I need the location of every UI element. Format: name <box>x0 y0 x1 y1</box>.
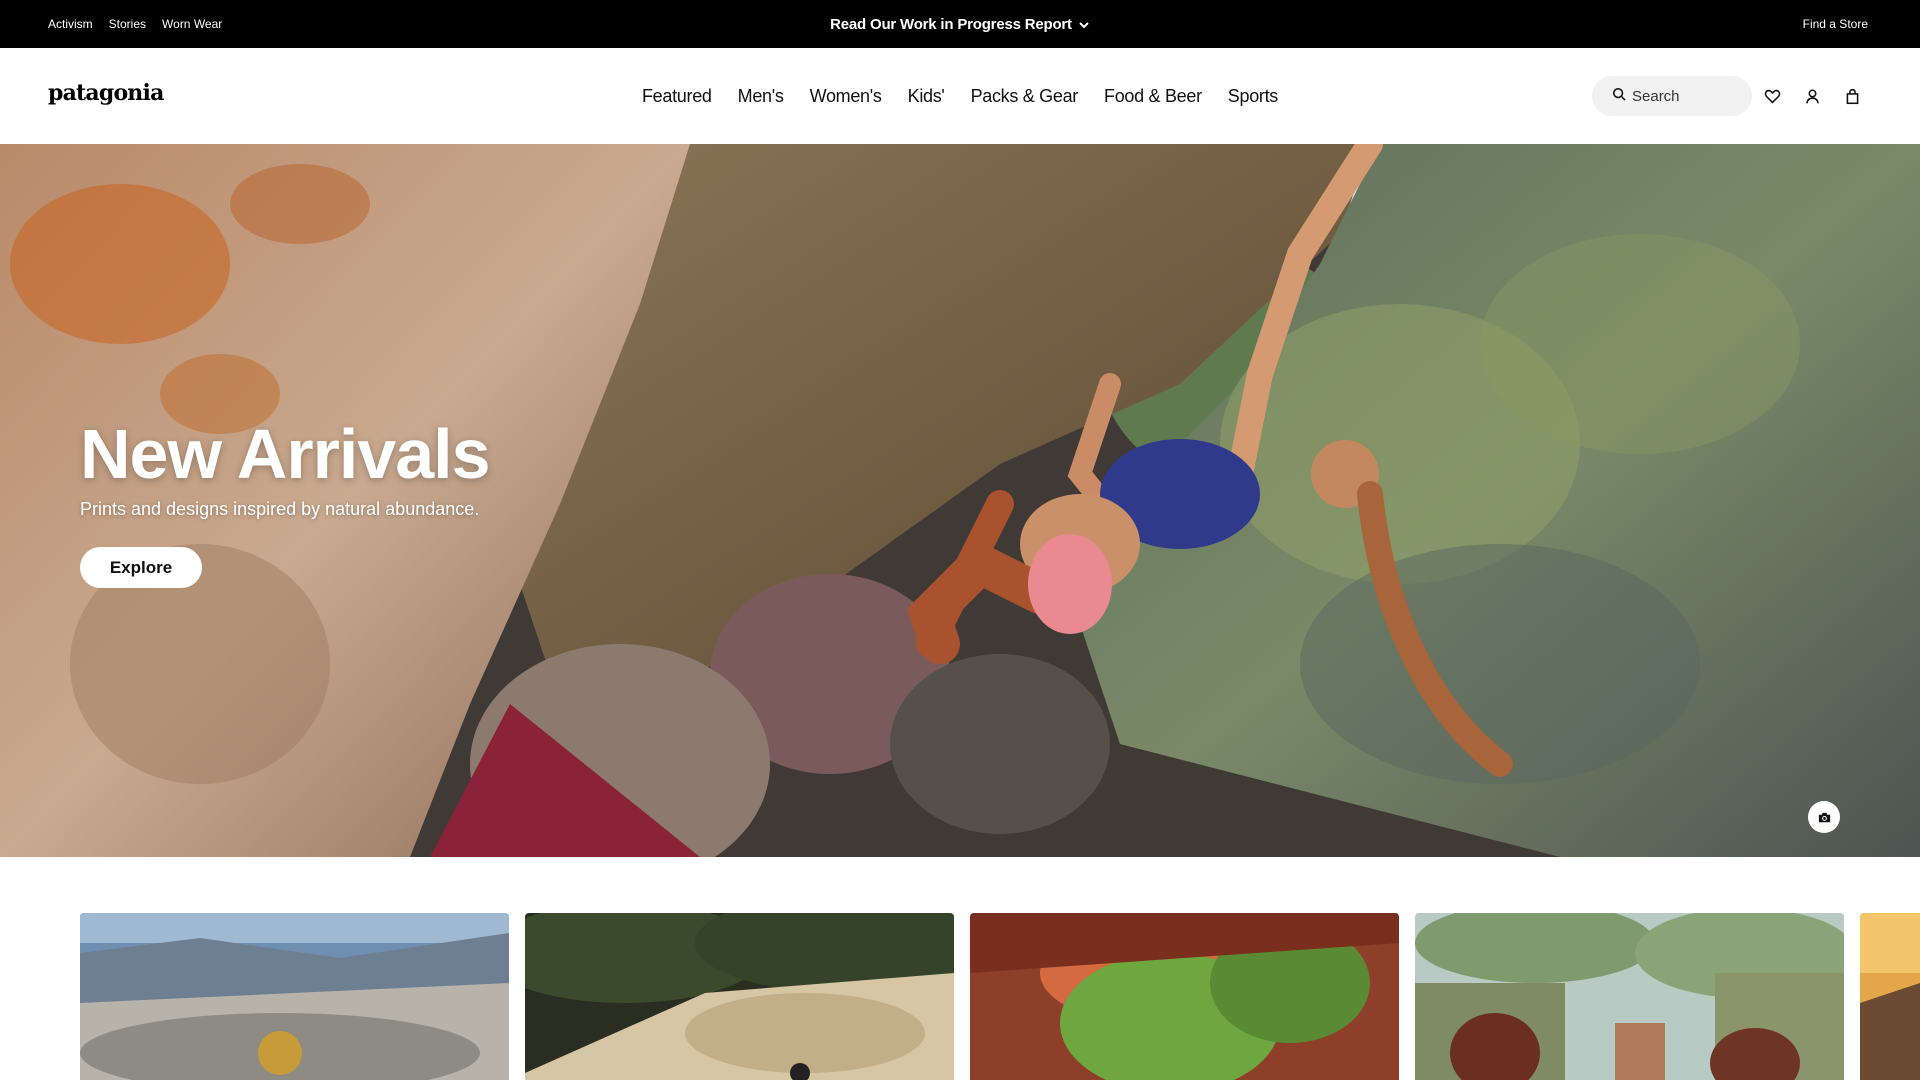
hero-subtitle: Prints and designs inspired by natural a… <box>80 499 480 519</box>
promo-link[interactable]: Read Our Work in Progress Report <box>830 16 1072 33</box>
promo-banner: Read Our Work in Progress Report <box>0 0 1920 48</box>
find-store-link[interactable]: Find a Store <box>1803 0 1868 48</box>
chevron-down-icon[interactable] <box>1078 18 1090 30</box>
search-icon <box>1612 87 1626 106</box>
utility-link-stories[interactable]: Stories <box>109 17 146 31</box>
nav-item-sports[interactable]: Sports <box>1228 86 1279 107</box>
story-card-sunset-coast[interactable] <box>1860 913 1920 1080</box>
search-input[interactable] <box>1632 87 1742 105</box>
nav-item-food-beer[interactable]: Food & Beer <box>1104 86 1202 107</box>
story-card-garden-fence[interactable] <box>1415 913 1844 1080</box>
utility-bar: Activism Stories Worn Wear Read Our Work… <box>0 0 1920 48</box>
story-card-mountain-overlook[interactable] <box>80 913 509 1080</box>
patagonia-logo[interactable]: patagonia <box>48 80 164 106</box>
utility-link-activism[interactable]: Activism <box>48 17 93 31</box>
story-card-granite-slab[interactable] <box>525 913 954 1080</box>
main-header: patagonia Featured Men's Women's Kids' P… <box>0 48 1920 144</box>
utility-link-worn-wear[interactable]: Worn Wear <box>162 17 222 31</box>
camera-icon[interactable] <box>1808 801 1840 833</box>
story-card-red-rock-arch[interactable] <box>970 913 1399 1080</box>
nav-item-packs-gear[interactable]: Packs & Gear <box>971 86 1079 107</box>
hero-banner: New Arrivals Prints and designs inspired… <box>0 144 1920 857</box>
user-icon[interactable] <box>1802 86 1822 106</box>
heart-icon[interactable] <box>1762 86 1782 106</box>
story-cards-row <box>80 913 1920 1080</box>
bag-icon[interactable] <box>1842 86 1862 106</box>
nav-item-womens[interactable]: Women's <box>810 86 882 107</box>
nav-item-featured[interactable]: Featured <box>642 86 712 107</box>
nav-item-kids[interactable]: Kids' <box>908 86 945 107</box>
utility-links: Activism Stories Worn Wear <box>48 0 222 48</box>
hero-title: New Arrivals <box>80 415 491 493</box>
explore-button[interactable]: Explore <box>80 547 202 588</box>
search-box[interactable] <box>1592 76 1752 116</box>
nav-item-mens[interactable]: Men's <box>738 86 784 107</box>
